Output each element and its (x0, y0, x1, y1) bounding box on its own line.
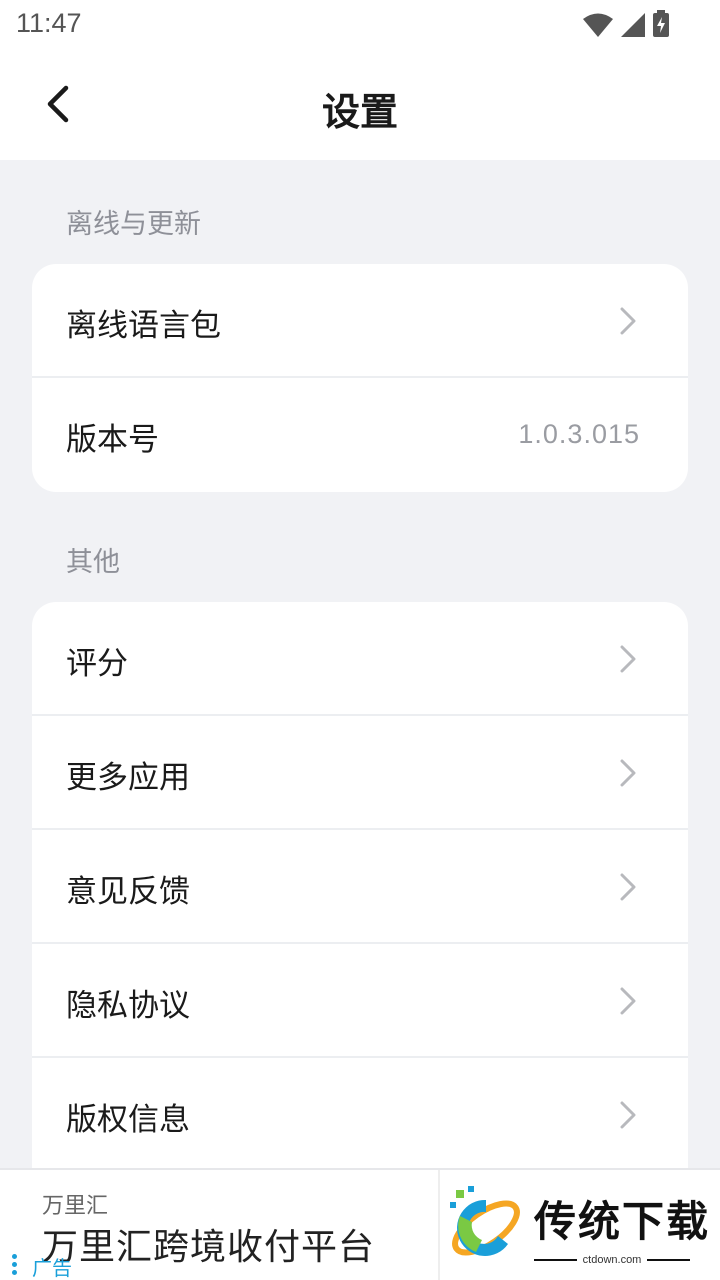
header: 设置 (0, 50, 720, 160)
ad-brand: 万里汇 (42, 1194, 109, 1219)
battery-charging-icon (653, 10, 669, 37)
chevron-right-icon (620, 759, 636, 787)
watermark-text: 传统下载 (534, 1197, 711, 1246)
ad-content[interactable]: 万里汇 万里汇跨境收付平台 广告 (0, 1170, 440, 1280)
page-title: 设置 (321, 90, 398, 134)
status-bar: 11:47 (0, 0, 720, 50)
row-offline-language-pack[interactable]: 离线语言包 (32, 264, 688, 378)
row-privacy-policy[interactable]: 隐私协议 (32, 944, 688, 1058)
row-label: 评分 (66, 646, 128, 682)
signal-icon (621, 13, 645, 37)
row-label: 版权信息 (66, 1102, 190, 1138)
status-icons (582, 10, 670, 38)
ad-banner[interactable]: 万里汇 万里汇跨境收付平台 广告 传统下载 ctdown.com (0, 1168, 720, 1280)
section-title-other: 其他 (66, 547, 120, 578)
chevron-right-icon (620, 987, 636, 1015)
version-value: 1.0.3.015 (518, 419, 640, 449)
watermark: 传统下载 ctdown.com (446, 1180, 716, 1276)
row-feedback[interactable]: 意见反馈 (32, 830, 688, 944)
row-rating[interactable]: 评分 (32, 602, 688, 716)
watermark-domain-line: ctdown.com (534, 1252, 691, 1268)
row-label: 意见反馈 (66, 874, 190, 910)
chevron-right-icon (620, 873, 636, 901)
section-title-offline-update: 离线与更新 (66, 209, 201, 240)
row-version: 版本号 1.0.3.015 (32, 378, 688, 492)
chevron-right-icon (620, 307, 636, 335)
card-other: 评分 更多应用 意见反馈 隐私协议 版权信息 (32, 602, 688, 1172)
row-label: 隐私协议 (66, 988, 190, 1024)
row-more-apps[interactable]: 更多应用 (32, 716, 688, 830)
row-label: 版本号 (66, 422, 159, 458)
row-copyright[interactable]: 版权信息 (32, 1058, 688, 1172)
watermark-logo-icon (450, 1186, 520, 1256)
row-label: 更多应用 (66, 760, 190, 796)
chevron-right-icon (620, 1101, 636, 1129)
chevron-right-icon (620, 645, 636, 673)
ad-menu-icon[interactable] (12, 1254, 17, 1275)
ad-label: 广告 (32, 1256, 72, 1280)
card-offline-update: 离线语言包 版本号 1.0.3.015 (32, 264, 688, 492)
status-time: 11:47 (16, 8, 82, 38)
row-label: 离线语言包 (66, 308, 221, 344)
ad-title: 万里汇跨境收付平台 (42, 1227, 376, 1268)
wifi-icon (583, 13, 613, 37)
watermark-domain: ctdown.com (582, 1254, 642, 1266)
